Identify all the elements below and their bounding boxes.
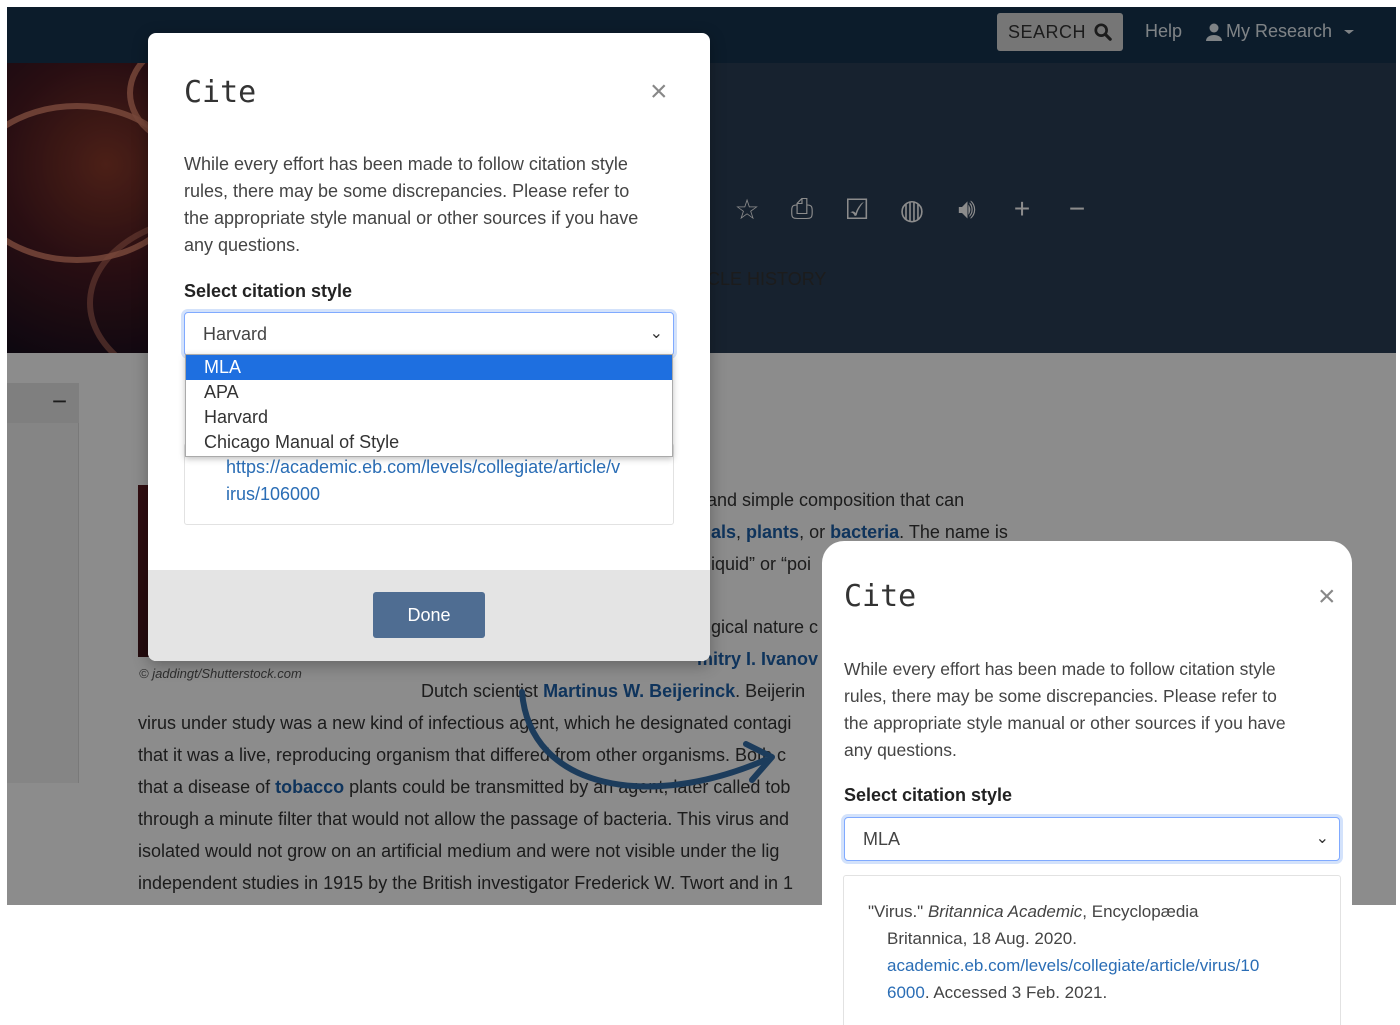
- cite-modal-zoom: Cite × While every effort has been made …: [822, 541, 1352, 1025]
- citation-url[interactable]: https://academic.eb.com/levels/collegiat…: [226, 454, 656, 508]
- stage: { "topbar": { "search_label": "SEARCH", …: [0, 0, 1400, 1025]
- chevron-down-icon: ⌄: [649, 325, 663, 342]
- mla-citation: "Virus." Britannica Academic, Encyclopæd…: [868, 898, 1328, 1006]
- modal-footer: Done: [148, 570, 710, 661]
- arrow-icon: [519, 689, 775, 790]
- selected-style: MLA: [863, 829, 901, 849]
- citation-style-select[interactable]: MLA ⌄: [844, 817, 1340, 861]
- citation-source: Britannica Academic: [927, 902, 1083, 921]
- selected-style: Harvard: [203, 324, 268, 344]
- select-citation-style-label: Select citation style: [844, 785, 1013, 805]
- citation-url[interactable]: academic.eb.com/levels/collegiate/articl…: [868, 952, 1328, 979]
- select-citation-style-label: Select citation style: [184, 281, 353, 301]
- done-button[interactable]: Done: [373, 592, 485, 638]
- close-icon[interactable]: ×: [650, 77, 668, 107]
- option-apa[interactable]: APA: [186, 380, 672, 405]
- citation-notice: While every effort has been made to foll…: [184, 154, 639, 255]
- citation-notice: While every effort has been made to foll…: [844, 659, 1286, 760]
- option-harvard[interactable]: Harvard: [186, 405, 672, 430]
- modal-title: Cite: [184, 75, 257, 110]
- close-icon[interactable]: ×: [1318, 582, 1336, 612]
- modal-title: Cite: [844, 579, 917, 614]
- citation-style-dropdown: MLA APA Harvard Chicago Manual of Style: [185, 354, 673, 457]
- option-mla[interactable]: MLA: [186, 355, 672, 380]
- option-chicago[interactable]: Chicago Manual of Style: [186, 430, 672, 455]
- citation-style-select[interactable]: Harvard ⌄: [184, 312, 674, 356]
- chevron-down-icon: ⌄: [1315, 830, 1329, 847]
- citation-box: "Virus." Britannica Academic, Encyclopæd…: [843, 875, 1341, 1025]
- cite-modal: Cite × While every effort has been made …: [148, 33, 710, 661]
